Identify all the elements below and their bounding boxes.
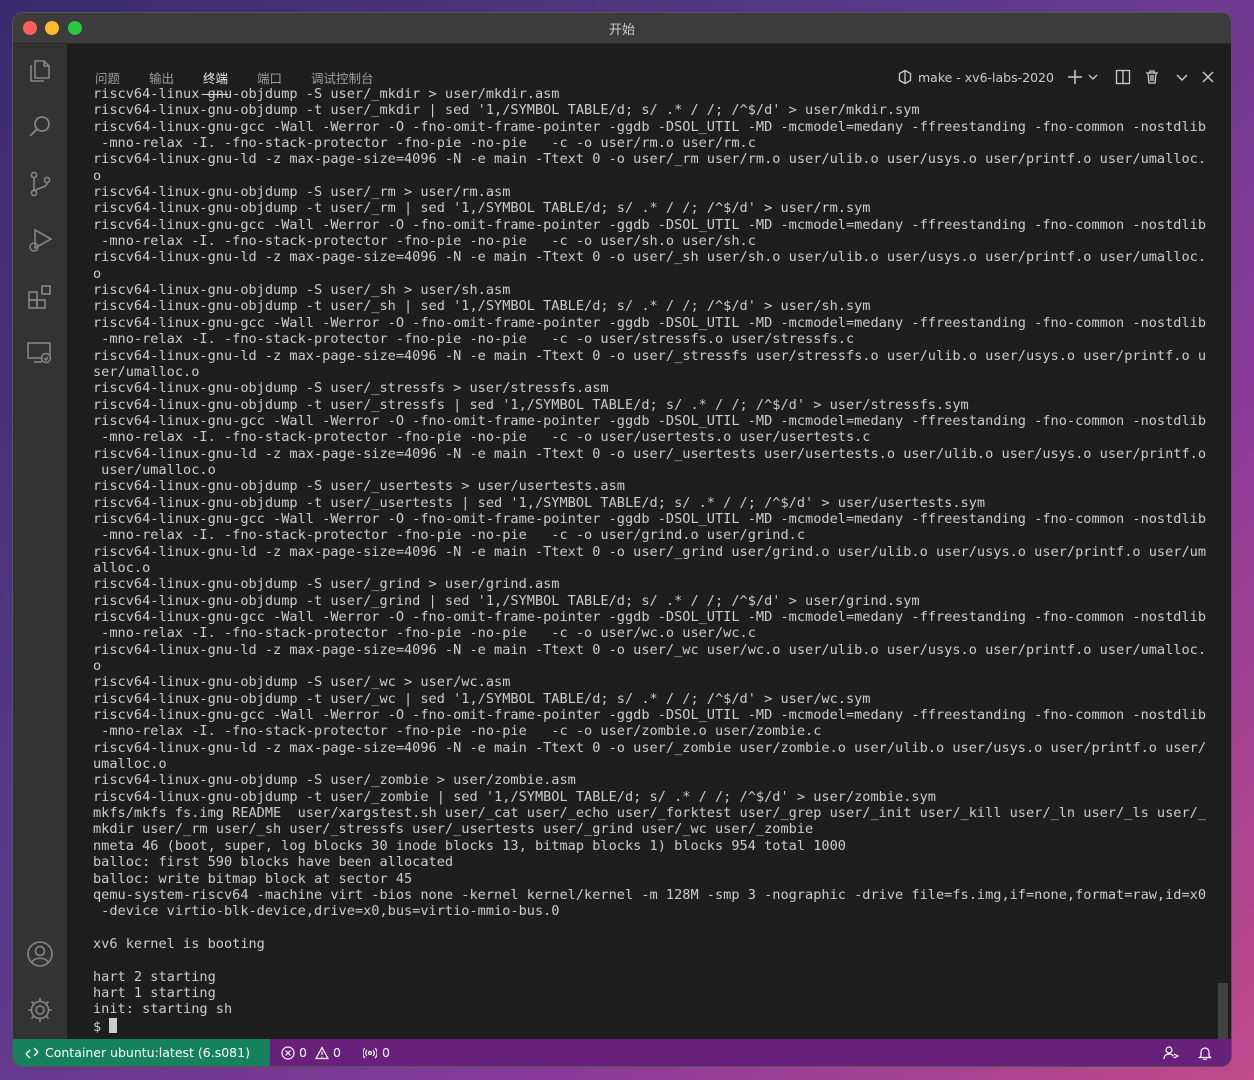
terminal-line: -device virtio-blk-device,drive=x0,bus=v…: [93, 903, 560, 920]
terminal-line: user/umalloc.o: [93, 461, 216, 478]
chevron-down-icon[interactable]: [1087, 71, 1099, 83]
terminal-cursor: [109, 1017, 118, 1033]
warning-count: 0: [332, 1045, 341, 1060]
terminal-line: riscv64-linux-gnu-ld -z max-page-size=40…: [93, 151, 1207, 168]
terminal-line: riscv64-linux-gnu-objdump -t user/_wc | …: [93, 690, 871, 707]
terminal-line: riscv64-linux-gnu-objdump -t user/_grind…: [93, 592, 920, 609]
ports-indicator[interactable]: 0: [363, 1039, 390, 1066]
remote-label: Container ubuntu:latest (6.s081): [45, 1045, 250, 1060]
bell-icon: [1198, 1046, 1212, 1060]
terminal-line: hart 1 starting: [93, 984, 216, 1001]
status-bar: Container ubuntu:latest (6.s081) 0 0 0: [13, 1039, 1231, 1066]
terminal-line: balloc: first 590 blocks have been alloc…: [93, 854, 454, 871]
broadcast-icon: [363, 1047, 377, 1058]
feedback-button[interactable]: [1163, 1039, 1179, 1066]
chevron-down-icon: [1176, 74, 1188, 81]
terminal-line: riscv64-linux-gnu-objdump -S user/_usert…: [93, 478, 625, 495]
terminal-line: hart 2 starting: [93, 968, 216, 985]
terminal-line: riscv64-linux-gnu-objdump -t user/_stres…: [93, 396, 969, 413]
files-icon[interactable]: [25, 56, 55, 86]
activity-bar: [13, 44, 67, 1039]
terminal-line: riscv64-linux-gnu-gcc -Wall -Werror -O -…: [93, 510, 1207, 527]
title-bar: 开始: [13, 13, 1231, 44]
settings-gear-icon[interactable]: [25, 995, 55, 1025]
plus-icon: [1068, 70, 1082, 84]
terminal-line: riscv64-linux-gnu-ld -z max-page-size=40…: [93, 641, 1207, 658]
problems-indicator[interactable]: 0 0: [281, 1039, 341, 1066]
terminal-line: balloc: write bitmap block at sector 45: [93, 870, 413, 887]
terminal-line: qemu-system-riscv64 -machine virt -bios …: [93, 886, 1207, 903]
terminal-line: riscv64-linux-gnu-objdump -S user/_stres…: [93, 380, 609, 397]
terminal-line: -mno-relax -I. -fno-stack-protector -fno…: [93, 625, 756, 642]
terminal-line: umalloc.o: [93, 756, 167, 773]
terminal-line: riscv64-linux-gnu-gcc -Wall -Werror -O -…: [93, 609, 1207, 625]
search-icon[interactable]: [25, 112, 55, 142]
terminal-line: -mno-relax -I. -fno-stack-protector -fno…: [93, 233, 756, 250]
terminal-line: mkfs/mkfs fs.img README user/xargstest.s…: [93, 805, 1207, 822]
terminal-line: riscv64-linux-gnu-objdump -S user/_rm > …: [93, 184, 511, 201]
terminal-line: o: [93, 167, 102, 184]
terminal-line: riscv64-linux-gnu-objdump -S user/_mkdir…: [93, 86, 560, 102]
remote-explorer-icon[interactable]: [25, 338, 55, 368]
source-control-icon[interactable]: [25, 169, 55, 199]
window-title: 开始: [608, 23, 635, 38]
terminal-line: riscv64-linux-gnu-objdump -t user/_zombi…: [93, 788, 936, 805]
terminal-line: xv6 kernel is booting: [93, 935, 265, 952]
terminal-line: -mno-relax -I. -fno-stack-protector -fno…: [93, 527, 806, 544]
terminal-line: riscv64-linux-gnu-objdump -S user/_zombi…: [93, 772, 576, 789]
terminal-line: riscv64-linux-gnu-gcc -Wall -Werror -O -…: [93, 118, 1207, 135]
terminal-line: riscv64-linux-gnu-ld -z max-page-size=40…: [93, 347, 1207, 364]
terminal-line: riscv64-linux-gnu-objdump -t user/_rm | …: [93, 200, 871, 217]
run-debug-icon[interactable]: [25, 225, 55, 255]
terminal-line: o: [93, 658, 102, 675]
remote-icon: [25, 1047, 39, 1058]
remote-indicator[interactable]: Container ubuntu:latest (6.s081): [13, 1039, 270, 1066]
terminal-line: mkdir user/_rm user/_sh user/_stressfs u…: [93, 821, 814, 838]
terminal-line: riscv64-linux-gnu-ld -z max-page-size=40…: [93, 739, 1207, 756]
task-icon: [898, 69, 912, 85]
extensions-icon[interactable]: [25, 282, 55, 312]
error-count: 0: [299, 1045, 307, 1060]
terminal-line: riscv64-linux-gnu-objdump -t user/_mkdir…: [93, 102, 920, 119]
terminal-line: init: starting sh: [93, 1001, 233, 1018]
terminal-line: riscv64-linux-gnu-gcc -Wall -Werror -O -…: [93, 412, 1207, 429]
warning-icon: [314, 1045, 329, 1059]
vscode-window: 开始 问题 输出 终端 端口 调试控制台 make - xv6-labs-202…: [13, 13, 1231, 1066]
terminal-line: -mno-relax -I. -fno-stack-protector -fno…: [93, 135, 756, 152]
terminal-output[interactable]: riscv64-linux-gnu-objdump -S user/_mkdir…: [93, 86, 1223, 1041]
terminal-task-label: make - xv6-labs-2020: [918, 69, 1054, 85]
terminal-line: riscv64-linux-gnu-objdump -t user/_usert…: [93, 494, 986, 511]
terminal-line: riscv64-linux-gnu-gcc -Wall -Werror -O -…: [93, 707, 1207, 724]
terminal-line: riscv64-linux-gnu-objdump -S user/_grind…: [93, 576, 560, 593]
feedback-icon: [1163, 1045, 1179, 1059]
error-icon: [281, 1045, 295, 1060]
terminal-line: riscv64-linux-gnu-gcc -Wall -Werror -O -…: [93, 216, 1207, 233]
terminal-line: riscv64-linux-gnu-objdump -S user/_wc > …: [93, 674, 511, 691]
trash-icon: [1146, 70, 1158, 84]
terminal-line: riscv64-linux-gnu-objdump -S user/_sh > …: [93, 282, 511, 299]
terminal-line: -mno-relax -I. -fno-stack-protector -fno…: [93, 723, 822, 740]
terminal-line: o: [93, 265, 102, 282]
terminal-line: nmeta 46 (boot, super, log blocks 30 ino…: [93, 837, 846, 854]
terminal-line: ser/umalloc.o: [93, 363, 200, 380]
terminal-prompt-line[interactable]: $: [93, 1017, 1223, 1035]
account-icon[interactable]: [25, 939, 55, 969]
terminal-line: riscv64-linux-gnu-gcc -Wall -Werror -O -…: [93, 314, 1207, 331]
terminal-line: -mno-relax -I. -fno-stack-protector -fno…: [93, 331, 855, 348]
terminal-line: alloc.o: [93, 559, 151, 576]
terminal-line: -mno-relax -I. -fno-stack-protector -fno…: [93, 429, 871, 446]
terminal-scrollbar[interactable]: [1218, 983, 1228, 1039]
close-icon: [1202, 71, 1214, 83]
terminal-prompt: $: [93, 1018, 110, 1035]
terminal-line: riscv64-linux-gnu-ld -z max-page-size=40…: [93, 543, 1207, 560]
terminal-line: riscv64-linux-gnu-ld -z max-page-size=40…: [93, 445, 1207, 462]
notifications-button[interactable]: [1198, 1039, 1212, 1066]
terminal-line: riscv64-linux-gnu-ld -z max-page-size=40…: [93, 249, 1207, 266]
terminal-line: riscv64-linux-gnu-objdump -t user/_sh | …: [93, 298, 871, 315]
split-icon: [1115, 69, 1131, 85]
ports-count: 0: [382, 1045, 390, 1060]
